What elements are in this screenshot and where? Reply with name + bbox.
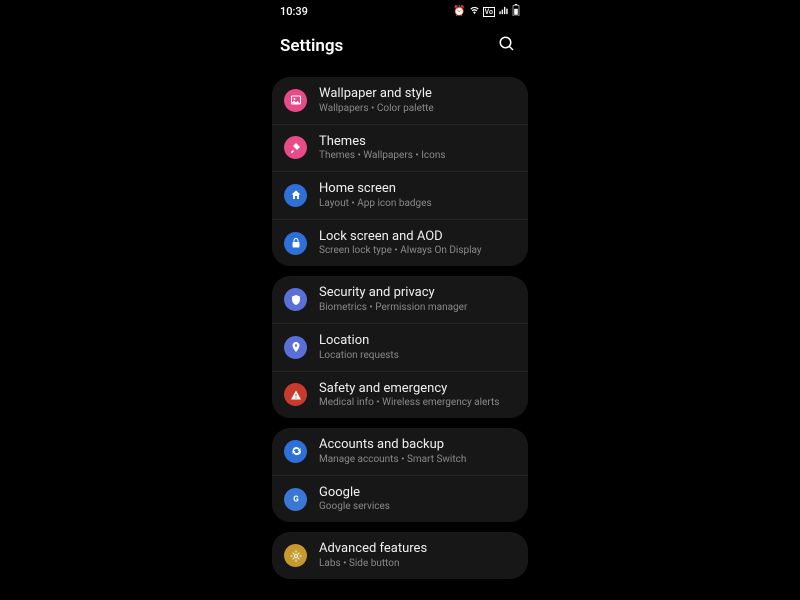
battery-icon	[512, 4, 520, 19]
settings-card: Security and privacy Biometrics • Permis…	[272, 276, 528, 418]
settings-row-wallpaper[interactable]: Wallpaper and style Wallpapers • Color p…	[272, 77, 528, 124]
row-title: Lock screen and AOD	[319, 229, 516, 245]
row-title: Accounts and backup	[319, 437, 516, 453]
row-subtitle: Biometrics • Permission manager	[319, 302, 516, 314]
row-labels: Home screen Layout • App icon badges	[319, 181, 516, 210]
settings-row-security[interactable]: Security and privacy Biometrics • Permis…	[272, 276, 528, 323]
row-labels: Safety and emergency Medical info • Wire…	[319, 381, 516, 410]
wallpaper-icon	[284, 89, 307, 112]
phone-frame: 10:39 ⏰ Vo Settings Wallpaper and st	[266, 0, 534, 600]
row-labels: Wallpaper and style Wallpapers • Color p…	[319, 86, 516, 115]
signal-icon	[498, 5, 509, 19]
google-icon: G	[284, 488, 307, 511]
settings-row-safety[interactable]: Safety and emergency Medical info • Wire…	[272, 371, 528, 419]
row-labels: Themes Themes • Wallpapers • Icons	[319, 134, 516, 163]
settings-row-advanced[interactable]: Advanced features Labs • Side button	[272, 532, 528, 579]
settings-row-google[interactable]: G Google Google services	[272, 475, 528, 523]
row-title: Home screen	[319, 181, 516, 197]
row-labels: Accounts and backup Manage accounts • Sm…	[319, 437, 516, 466]
row-title: Location	[319, 333, 516, 349]
themes-icon	[284, 136, 307, 159]
status-icons: ⏰ Vo	[453, 4, 520, 19]
status-time: 10:39	[280, 5, 308, 18]
row-title: Themes	[319, 134, 516, 150]
settings-list: Wallpaper and style Wallpapers • Color p…	[266, 77, 534, 579]
row-title: Safety and emergency	[319, 381, 516, 397]
row-subtitle: Location requests	[319, 350, 516, 362]
row-subtitle: Google services	[319, 501, 516, 513]
advanced-icon	[284, 544, 307, 567]
row-title: Security and privacy	[319, 285, 516, 301]
row-subtitle: Screen lock type • Always On Display	[319, 245, 516, 257]
svg-text:G: G	[293, 495, 299, 504]
row-subtitle: Labs • Side button	[319, 558, 516, 570]
safety-icon	[284, 383, 307, 406]
wifi-icon	[469, 5, 480, 19]
settings-row-themes[interactable]: Themes Themes • Wallpapers • Icons	[272, 124, 528, 172]
row-title: Advanced features	[319, 541, 516, 557]
alarm-icon: ⏰	[453, 6, 465, 17]
row-subtitle: Medical info • Wireless emergency alerts	[319, 397, 516, 409]
settings-row-lock[interactable]: Lock screen and AOD Screen lock type • A…	[272, 219, 528, 267]
accounts-icon	[284, 440, 307, 463]
row-title: Google	[319, 485, 516, 501]
settings-row-location[interactable]: Location Location requests	[272, 323, 528, 371]
settings-row-accounts[interactable]: Accounts and backup Manage accounts • Sm…	[272, 428, 528, 475]
row-subtitle: Manage accounts • Smart Switch	[319, 454, 516, 466]
row-labels: Lock screen and AOD Screen lock type • A…	[319, 229, 516, 258]
row-subtitle: Layout • App icon badges	[319, 198, 516, 210]
search-icon	[498, 35, 516, 53]
search-button[interactable]	[494, 31, 520, 61]
row-subtitle: Themes • Wallpapers • Icons	[319, 150, 516, 162]
settings-card: Wallpaper and style Wallpapers • Color p…	[272, 77, 528, 266]
location-icon	[284, 336, 307, 359]
page-title: Settings	[280, 36, 343, 56]
row-labels: Location Location requests	[319, 333, 516, 362]
settings-card: Advanced features Labs • Side button	[272, 532, 528, 579]
status-bar: 10:39 ⏰ Vo	[266, 0, 534, 21]
settings-card: Accounts and backup Manage accounts • Sm…	[272, 428, 528, 522]
home-icon	[284, 184, 307, 207]
row-labels: Security and privacy Biometrics • Permis…	[319, 285, 516, 314]
settings-row-home[interactable]: Home screen Layout • App icon badges	[272, 171, 528, 219]
vowifi-icon: Vo	[483, 7, 495, 17]
row-labels: Google Google services	[319, 485, 516, 514]
row-labels: Advanced features Labs • Side button	[319, 541, 516, 570]
header: Settings	[266, 21, 534, 77]
lock-icon	[284, 232, 307, 255]
row-title: Wallpaper and style	[319, 86, 516, 102]
row-subtitle: Wallpapers • Color palette	[319, 103, 516, 115]
security-icon	[284, 288, 307, 311]
